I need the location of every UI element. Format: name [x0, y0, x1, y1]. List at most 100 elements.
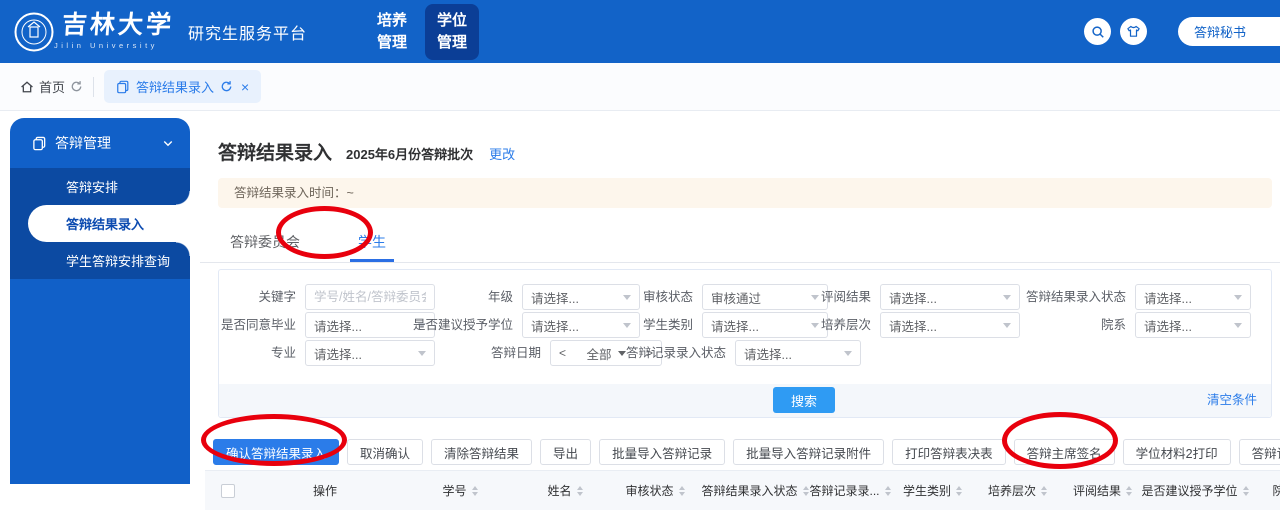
tab-defense-committee[interactable]: 答辩委员会 [222, 221, 308, 262]
sort-icon[interactable] [803, 486, 809, 496]
batch-label: 2025年6月份答辩批次 [346, 144, 473, 163]
sidebar-item-label: 答辩结果录入 [66, 214, 144, 233]
column-label: 姓名 [547, 482, 571, 499]
sort-icon[interactable] [1041, 486, 1047, 496]
batch-import-defense-record-button[interactable]: 批量导入答辩记录 [599, 439, 725, 465]
page-title: 答辩结果录入 [218, 138, 332, 165]
sidebar-item-defense-result-entry[interactable]: 答辩结果录入 [28, 205, 190, 242]
select-all-checkbox[interactable] [221, 484, 235, 498]
tab-defense-result-entry[interactable]: 答辩结果录入 × [104, 70, 261, 103]
defense-chair-signature-button[interactable]: 答辩主席签名 [1014, 439, 1115, 465]
column-training-level[interactable]: 培养层次 [975, 471, 1060, 510]
defense-record-form-button[interactable]: 答辩记录表 [1239, 439, 1280, 465]
clear-defense-result-button[interactable]: 清除答辩结果 [431, 439, 532, 465]
sidebar-item-label: 答辩安排 [66, 177, 118, 196]
toolbar: 确认答辩结果录入 取消确认 清除答辩结果 导出 批量导入答辩记录 批量导入答辩记… [213, 439, 1280, 465]
print-defense-vote-form-button[interactable]: 打印答辩表决表 [892, 439, 1006, 465]
tab-label: 答辩结果录入 [136, 77, 214, 96]
column-label: 院系 [1272, 482, 1280, 499]
sort-icon[interactable] [679, 486, 685, 496]
column-defense-result-entry-status[interactable]: 答辩结果录入状态 [700, 471, 810, 510]
column-student-id[interactable]: 学号 [400, 471, 520, 510]
major-label: 专业 [106, 340, 296, 366]
column-label: 审核状态 [625, 482, 673, 499]
clear-conditions-link[interactable]: 清空条件 [1207, 384, 1257, 417]
review-result-label: 评阅结果 [681, 284, 871, 310]
open-tabs-bar: 首页 答辩结果录入 × [0, 63, 1280, 111]
sort-icon[interactable] [472, 486, 478, 496]
defense-result-entry-status-value: 请选择... [1144, 288, 1192, 307]
search-button[interactable]: 搜索 [773, 387, 835, 413]
university-name-zh: 吉林大学 [61, 13, 175, 38]
degree-material-2-print-button[interactable]: 学位材料2打印 [1123, 439, 1231, 465]
sort-icon[interactable] [1126, 486, 1132, 496]
chevron-down-icon [162, 137, 174, 149]
cancel-confirm-button[interactable]: 取消确认 [347, 439, 423, 465]
column-label: 评阅结果 [1073, 482, 1121, 499]
title-row: 答辩结果录入 2025年6月份答辩批次 更改 [218, 138, 1280, 165]
export-button[interactable]: 导出 [540, 439, 591, 465]
sidebar-item-defense-arrangement[interactable]: 答辩安排 [10, 168, 190, 205]
header-nav: 培养 管理 学位 管理 [365, 0, 479, 63]
sort-icon[interactable] [956, 486, 962, 496]
user-role-label: 答辩秘书 [1194, 22, 1246, 41]
defense-result-entry-status-label: 答辩结果录入状态 [936, 284, 1126, 310]
batch-import-defense-record-attachment-button[interactable]: 批量导入答辩记录附件 [733, 439, 884, 465]
header-right: 答辩秘书 [1084, 0, 1280, 63]
defense-record-entry-status-select[interactable]: 请选择... [735, 340, 861, 366]
search-icon[interactable] [1084, 18, 1111, 45]
column-label: 培养层次 [988, 482, 1036, 499]
column-label: 是否建议授予学位 [1142, 482, 1238, 499]
home-icon [20, 80, 34, 94]
column-name[interactable]: 姓名 [520, 471, 610, 510]
theme-shirt-icon[interactable] [1120, 18, 1147, 45]
chevron-down-icon [1234, 323, 1242, 328]
nav-item-degree[interactable]: 学位 管理 [425, 4, 479, 60]
close-icon[interactable]: × [241, 80, 249, 94]
university-brand: 吉林大学 Jilin University 研究生服务平台 [14, 12, 307, 52]
nav-item-training[interactable]: 培养 管理 [365, 0, 419, 63]
table-header: 操作 学号 姓名 审核状态 答辩结果录入状态 答辩记录录... 学生类别 培养层… [205, 470, 1280, 510]
sidebar-item-student-defense-query[interactable]: 学生答辩安排查询 [10, 242, 190, 279]
sidebar-item-label: 学生答辩安排查询 [66, 251, 170, 270]
column-label: 操作 [313, 482, 337, 499]
audit-status-label: 审核状态 [503, 284, 693, 310]
column-review-result[interactable]: 评阅结果 [1060, 471, 1145, 510]
defense-result-entry-status-select[interactable]: 请选择... [1135, 284, 1251, 310]
filter-panel: 关键字 年级 请选择... 审核状态 审核通过 评阅结果 请选择... 答辩结果… [218, 269, 1272, 418]
defense-date-label: 答辩日期 [351, 340, 541, 366]
defense-management-icon [32, 136, 47, 151]
defense-record-entry-status-value: 请选择... [744, 344, 792, 363]
column-audit-status[interactable]: 审核状态 [610, 471, 700, 510]
department-value: 请选择... [1144, 316, 1192, 335]
user-role-badge[interactable]: 答辩秘书 [1178, 17, 1280, 46]
defense-record-entry-status-label: 答辩记录录入状态 [536, 340, 726, 366]
tab-home[interactable]: 首页 [20, 77, 83, 96]
sidebar-group-defense-management[interactable]: 答辩管理 [10, 118, 190, 168]
department-select[interactable]: 请选择... [1135, 312, 1251, 338]
chevron-down-icon [844, 351, 852, 356]
page-tabs: 答辩委员会 学生 [200, 221, 1280, 263]
entry-time-notice: 答辩结果录入时间：~ [218, 178, 1272, 208]
column-suggest-degree[interactable]: 是否建议授予学位 [1145, 471, 1245, 510]
column-defense-record-entry[interactable]: 答辩记录录... [810, 471, 890, 510]
column-department[interactable]: 院系 [1245, 471, 1280, 510]
department-label: 院系 [936, 312, 1126, 338]
column-student-type[interactable]: 学生类别 [890, 471, 975, 510]
tab-separator [93, 77, 94, 97]
confirm-defense-result-entry-button[interactable]: 确认答辩结果录入 [213, 439, 339, 465]
refresh-icon[interactable] [220, 80, 233, 93]
platform-title: 研究生服务平台 [188, 20, 307, 44]
keyword-label: 关键字 [106, 284, 296, 310]
filter-action-strip: 搜索 清空条件 [219, 384, 1271, 417]
grade-label: 年级 [323, 284, 513, 310]
refresh-icon[interactable] [70, 80, 83, 93]
nav-degree-line2: 管理 [437, 32, 467, 54]
nav-degree-line1: 学位 [437, 10, 467, 32]
sidebar-submenu: 答辩安排 答辩结果录入 学生答辩安排查询 [10, 168, 190, 279]
change-batch-link[interactable]: 更改 [489, 144, 515, 163]
nav-training-line1: 培养 [377, 10, 407, 32]
tab-student[interactable]: 学生 [350, 221, 394, 262]
university-seal-logo [14, 12, 54, 52]
sort-icon[interactable] [577, 486, 583, 496]
